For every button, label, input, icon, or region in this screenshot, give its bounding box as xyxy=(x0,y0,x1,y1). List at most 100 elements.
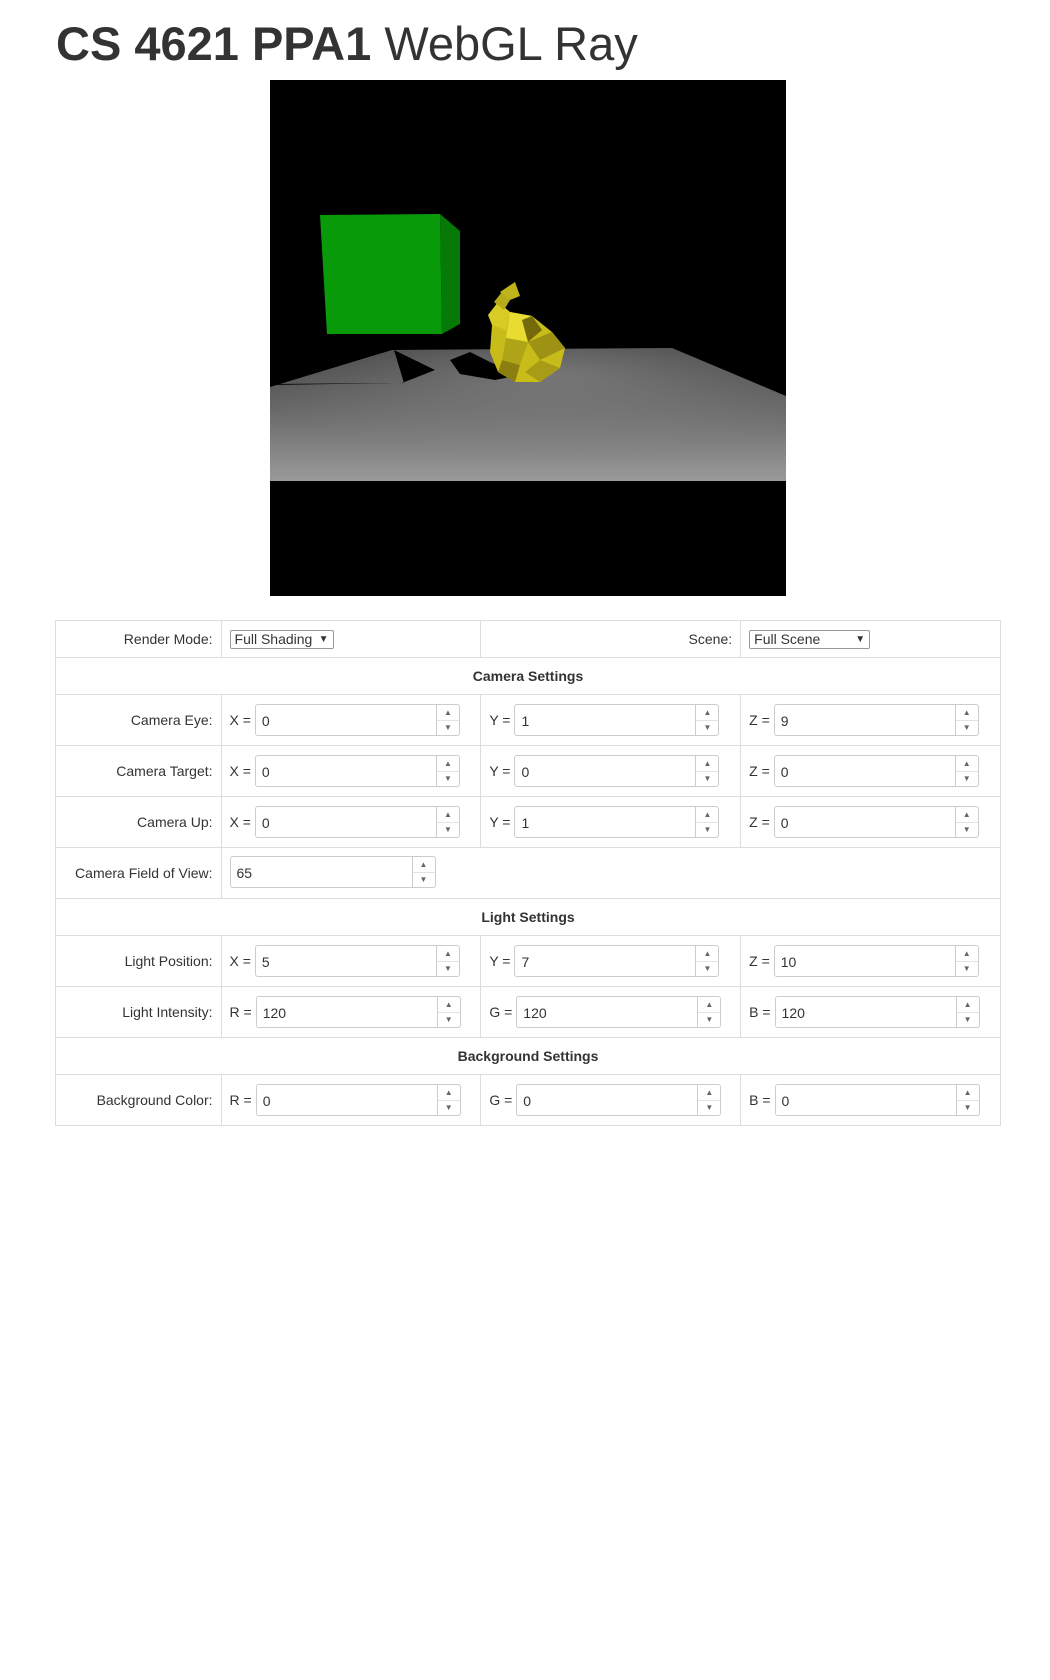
spinner-down-icon[interactable]: ▼ xyxy=(956,771,978,786)
camera-up-z-input[interactable]: 0 ▲ ▼ xyxy=(773,806,979,838)
spinner-down-icon[interactable]: ▼ xyxy=(437,771,459,786)
spinner-down-icon[interactable]: ▼ xyxy=(956,822,978,837)
background-color-row: Background Color: R = 0 ▲ ▼ G = 0 ▲ ▼ B = 0 ▲… xyxy=(55,1074,1001,1126)
camera-eye-z-input[interactable]: 9 ▲ ▼ xyxy=(773,704,979,736)
camera-eye-x-value: 0 xyxy=(261,713,270,729)
spinner-down-icon[interactable]: ▼ xyxy=(437,961,459,976)
y-prefix: Y = xyxy=(489,814,511,830)
number-spinner[interactable]: ▲ ▼ xyxy=(955,997,979,1027)
camera-eye-y-value: 1 xyxy=(521,713,530,729)
spinner-down-icon[interactable]: ▼ xyxy=(696,822,718,837)
background-color-r-input[interactable]: 0 ▲ ▼ xyxy=(255,1084,461,1116)
spinner-up-icon[interactable]: ▲ xyxy=(955,946,978,962)
spinner-up-icon[interactable]: ▲ xyxy=(436,756,459,772)
camera-target-y-cell: Y = 0 ▲ ▼ xyxy=(480,745,742,797)
number-spinner[interactable]: ▲ ▼ xyxy=(695,756,719,786)
light-intensity-g-input[interactable]: 120 ▲ ▼ xyxy=(516,996,722,1028)
camera-target-x-input[interactable]: 0 ▲ ▼ xyxy=(254,755,460,787)
spinner-up-icon[interactable]: ▲ xyxy=(696,946,719,962)
camera-eye-x-input[interactable]: 0 ▲ ▼ xyxy=(254,704,460,736)
background-color-b-input[interactable]: 0 ▲ ▼ xyxy=(774,1084,980,1116)
render-scene-row: Render Mode: Full Shading ▼ Scene: Full … xyxy=(55,620,1001,658)
spinner-down-icon[interactable]: ▼ xyxy=(438,1012,460,1027)
camera-target-z-input[interactable]: 0 ▲ ▼ xyxy=(773,755,979,787)
light-intensity-label: Light Intensity: xyxy=(55,986,222,1038)
spinner-up-icon[interactable]: ▲ xyxy=(955,705,978,721)
spinner-up-icon[interactable]: ▲ xyxy=(698,997,721,1013)
spinner-down-icon[interactable]: ▼ xyxy=(956,720,978,735)
spinner-up-icon[interactable]: ▲ xyxy=(436,807,459,823)
spinner-down-icon[interactable]: ▼ xyxy=(696,720,718,735)
spinner-up-icon[interactable]: ▲ xyxy=(437,1085,460,1101)
number-spinner[interactable]: ▲ ▼ xyxy=(436,997,460,1027)
light-position-y-input[interactable]: 7 ▲ ▼ xyxy=(514,945,720,977)
spinner-up-icon[interactable]: ▲ xyxy=(956,997,979,1013)
spinner-up-icon[interactable]: ▲ xyxy=(437,997,460,1013)
number-spinner[interactable]: ▲ ▼ xyxy=(435,807,459,837)
light-position-z-input[interactable]: 10 ▲ ▼ xyxy=(773,945,979,977)
camera-eye-y-cell: Y = 1 ▲ ▼ xyxy=(480,694,742,746)
number-spinner[interactable]: ▲ ▼ xyxy=(436,1085,460,1115)
number-spinner[interactable]: ▲ ▼ xyxy=(695,807,719,837)
spinner-up-icon[interactable]: ▲ xyxy=(698,1085,721,1101)
spinner-up-icon[interactable]: ▲ xyxy=(436,705,459,721)
spinner-down-icon[interactable]: ▼ xyxy=(437,822,459,837)
camera-settings-header-row: Camera Settings xyxy=(55,657,1001,695)
spinner-down-icon[interactable]: ▼ xyxy=(698,1100,720,1115)
light-position-label: Light Position: xyxy=(55,935,222,987)
camera-up-y-input[interactable]: 1 ▲ ▼ xyxy=(514,806,720,838)
spinner-up-icon[interactable]: ▲ xyxy=(412,857,435,873)
light-position-x-input[interactable]: 5 ▲ ▼ xyxy=(254,945,460,977)
camera-settings-header: Camera Settings xyxy=(55,657,1001,695)
spinner-up-icon[interactable]: ▲ xyxy=(696,807,719,823)
number-spinner[interactable]: ▲ ▼ xyxy=(695,705,719,735)
x-prefix: X = xyxy=(229,712,251,728)
render-mode-cell: Full Shading ▼ xyxy=(220,620,482,658)
light-intensity-r-input[interactable]: 120 ▲ ▼ xyxy=(255,996,461,1028)
number-spinner[interactable]: ▲ ▼ xyxy=(955,1085,979,1115)
light-intensity-b-input[interactable]: 120 ▲ ▼ xyxy=(774,996,980,1028)
camera-up-label: Camera Up: xyxy=(55,796,222,848)
spinner-up-icon[interactable]: ▲ xyxy=(956,1085,979,1101)
spinner-down-icon[interactable]: ▼ xyxy=(438,1100,460,1115)
r-prefix: R = xyxy=(229,1092,252,1108)
webgl-render-canvas[interactable] xyxy=(270,80,786,596)
scene-select[interactable]: Full Scene ▼ xyxy=(749,629,871,649)
number-spinner[interactable]: ▲ ▼ xyxy=(954,705,978,735)
camera-eye-y-input[interactable]: 1 ▲ ▼ xyxy=(514,704,720,736)
camera-target-z-value: 0 xyxy=(780,764,789,780)
page-title-bold: CS 4621 PPA1 xyxy=(56,17,372,70)
number-spinner[interactable]: ▲ ▼ xyxy=(411,856,435,887)
camera-up-x-input[interactable]: 0 ▲ ▼ xyxy=(254,806,460,838)
spinner-down-icon[interactable]: ▼ xyxy=(696,961,718,976)
camera-target-y-input[interactable]: 0 ▲ ▼ xyxy=(514,755,720,787)
light-position-z-cell: Z = 10 ▲ ▼ xyxy=(740,935,1001,987)
z-prefix: Z = xyxy=(749,712,770,728)
light-settings-header-row: Light Settings xyxy=(55,898,1001,936)
number-spinner[interactable]: ▲ ▼ xyxy=(697,997,721,1027)
number-spinner[interactable]: ▲ ▼ xyxy=(697,1085,721,1115)
spinner-up-icon[interactable]: ▲ xyxy=(696,705,719,721)
background-color-b-cell: B = 0 ▲ ▼ xyxy=(740,1074,1001,1126)
spinner-down-icon[interactable]: ▼ xyxy=(698,1012,720,1027)
spinner-down-icon[interactable]: ▼ xyxy=(956,961,978,976)
number-spinner[interactable]: ▲ ▼ xyxy=(954,946,978,976)
spinner-up-icon[interactable]: ▲ xyxy=(955,756,978,772)
number-spinner[interactable]: ▲ ▼ xyxy=(435,946,459,976)
spinner-down-icon[interactable]: ▼ xyxy=(437,720,459,735)
number-spinner[interactable]: ▲ ▼ xyxy=(435,705,459,735)
spinner-up-icon[interactable]: ▲ xyxy=(436,946,459,962)
spinner-up-icon[interactable]: ▲ xyxy=(696,756,719,772)
spinner-down-icon[interactable]: ▼ xyxy=(696,771,718,786)
spinner-down-icon[interactable]: ▼ xyxy=(957,1100,979,1115)
spinner-down-icon[interactable]: ▼ xyxy=(413,872,435,887)
spinner-down-icon[interactable]: ▼ xyxy=(957,1012,979,1027)
spinner-up-icon[interactable]: ▲ xyxy=(955,807,978,823)
camera-fov-input[interactable]: 65 ▲ ▼ xyxy=(229,855,436,888)
number-spinner[interactable]: ▲ ▼ xyxy=(954,807,978,837)
render-mode-select[interactable]: Full Shading ▼ xyxy=(229,629,334,649)
number-spinner[interactable]: ▲ ▼ xyxy=(435,756,459,786)
number-spinner[interactable]: ▲ ▼ xyxy=(695,946,719,976)
number-spinner[interactable]: ▲ ▼ xyxy=(954,756,978,786)
background-color-g-input[interactable]: 0 ▲ ▼ xyxy=(516,1084,722,1116)
